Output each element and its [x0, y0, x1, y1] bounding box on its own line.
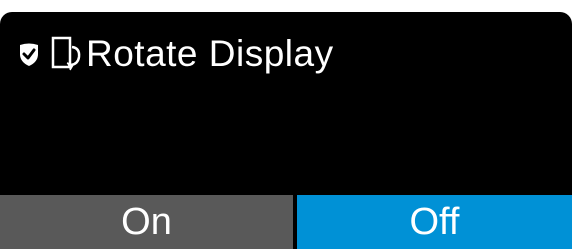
toggle-buttons: On Off — [0, 195, 572, 249]
rotate-display-icon — [50, 34, 86, 74]
on-button[interactable]: On — [0, 195, 293, 249]
rotate-display-dialog: Rotate Display On Off — [0, 12, 572, 249]
off-button[interactable]: Off — [297, 195, 572, 249]
shield-check-icon — [16, 40, 42, 68]
dialog-header: Rotate Display — [16, 34, 334, 74]
dialog-title: Rotate Display — [86, 33, 334, 74]
